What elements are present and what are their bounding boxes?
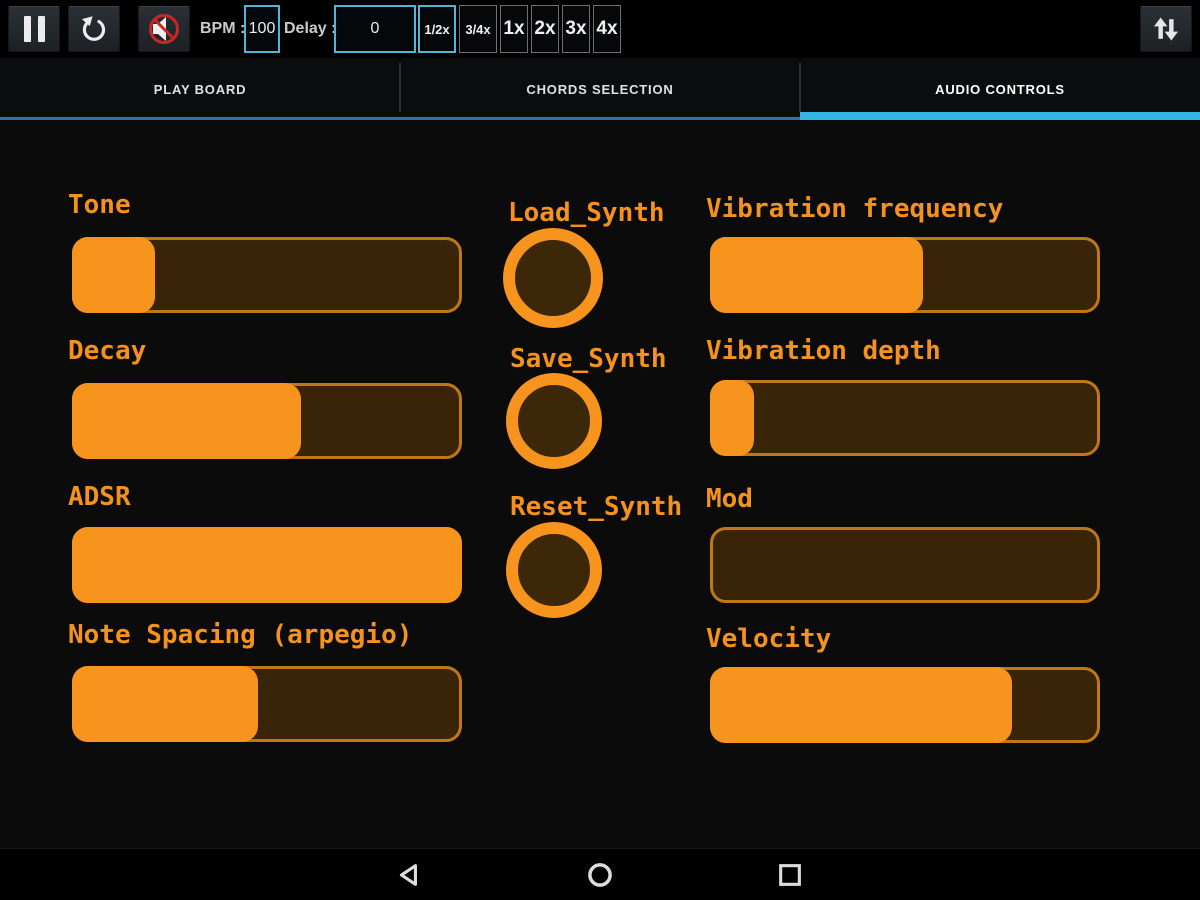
home-button[interactable] — [584, 859, 616, 891]
note-spacing-slider-fill — [72, 666, 259, 742]
save-synth-label: Save_Synth — [510, 344, 667, 374]
mute-speaker-icon — [149, 14, 179, 44]
vibration-frequency-slider[interactable] — [710, 237, 1100, 313]
synth-app-screen: BPM : Delay : 1/2x 3/4x 1x 2x 3x 4x PLAY… — [0, 0, 1200, 900]
bpm-label: BPM : — [200, 20, 246, 37]
delay-label: Delay : — [284, 20, 337, 37]
velocity-slider-fill — [710, 667, 1012, 743]
reset-synth-label: Reset_Synth — [510, 492, 683, 522]
speed-button-4x[interactable]: 4x — [593, 5, 621, 53]
swap-vertical-icon — [1154, 17, 1178, 41]
tab-label: AUDIO CONTROLS — [935, 81, 1065, 97]
load-synth-label: Load_Synth — [508, 198, 665, 228]
top-toolbar: BPM : Delay : 1/2x 3/4x 1x 2x 3x 4x — [0, 0, 1200, 58]
speed-button-2x[interactable]: 2x — [531, 5, 559, 53]
pause-button[interactable] — [8, 6, 60, 52]
replay-icon — [81, 16, 106, 41]
tone-slider[interactable] — [72, 237, 462, 313]
note-spacing-slider[interactable] — [72, 666, 462, 742]
delay-input[interactable] — [334, 5, 416, 53]
tone-slider-fill — [72, 237, 155, 313]
vibration-frequency-label: Vibration frequency — [706, 194, 1004, 224]
back-icon — [399, 864, 417, 886]
velocity-label: Velocity — [706, 624, 832, 654]
tab-audio-controls[interactable]: AUDIO CONTROLS — [799, 58, 1200, 120]
velocity-slider[interactable] — [710, 667, 1100, 743]
swap-vertical-button[interactable] — [1140, 6, 1192, 52]
mute-button[interactable] — [138, 6, 190, 52]
speed-button-threequarterx[interactable]: 3/4x — [459, 5, 497, 53]
decay-slider[interactable] — [72, 383, 462, 459]
tab-chords-selection[interactable]: CHORDS SELECTION — [399, 58, 800, 120]
mod-label: Mod — [706, 484, 753, 514]
audio-controls-panel: Tone Decay ADSR Note Spacing (arpegio) L… — [0, 120, 1200, 848]
tab-bar: PLAY BOARD CHORDS SELECTION AUDIO CONTRO… — [0, 58, 1200, 120]
back-button[interactable] — [394, 859, 426, 891]
replay-button[interactable] — [68, 6, 120, 52]
save-synth-button[interactable] — [506, 373, 602, 469]
speed-multiplier-group: 1/2x 3/4x 1x 2x 3x 4x — [418, 5, 621, 53]
active-tab-indicator — [800, 112, 1200, 120]
note-spacing-label: Note Spacing (arpegio) — [68, 620, 413, 650]
pause-icon — [23, 16, 45, 42]
tab-label: CHORDS SELECTION — [526, 81, 674, 97]
speed-button-1x[interactable]: 1x — [500, 5, 528, 53]
vibration-depth-slider-fill — [710, 380, 755, 456]
vibration-depth-label: Vibration depth — [706, 336, 941, 366]
tab-label: PLAY BOARD — [153, 81, 247, 97]
recents-button[interactable] — [774, 859, 806, 891]
adsr-label: ADSR — [68, 482, 131, 512]
home-icon — [588, 863, 612, 887]
vibration-frequency-slider-fill — [710, 237, 924, 313]
decay-slider-fill — [72, 383, 301, 459]
speed-button-3x[interactable]: 3x — [562, 5, 590, 53]
recents-icon — [779, 864, 801, 886]
load-synth-button[interactable] — [503, 228, 603, 328]
mod-slider[interactable] — [710, 527, 1100, 603]
vibration-depth-slider[interactable] — [710, 380, 1100, 456]
speed-button-halfx[interactable]: 1/2x — [418, 5, 456, 53]
reset-synth-button[interactable] — [506, 522, 602, 618]
decay-label: Decay — [68, 336, 147, 366]
adsr-slider-fill — [72, 527, 462, 603]
tone-label: Tone — [68, 190, 131, 220]
tab-play-board[interactable]: PLAY BOARD — [0, 58, 400, 120]
android-navigation-bar — [0, 848, 1200, 900]
adsr-slider[interactable] — [72, 527, 462, 603]
bpm-input[interactable] — [244, 5, 280, 53]
